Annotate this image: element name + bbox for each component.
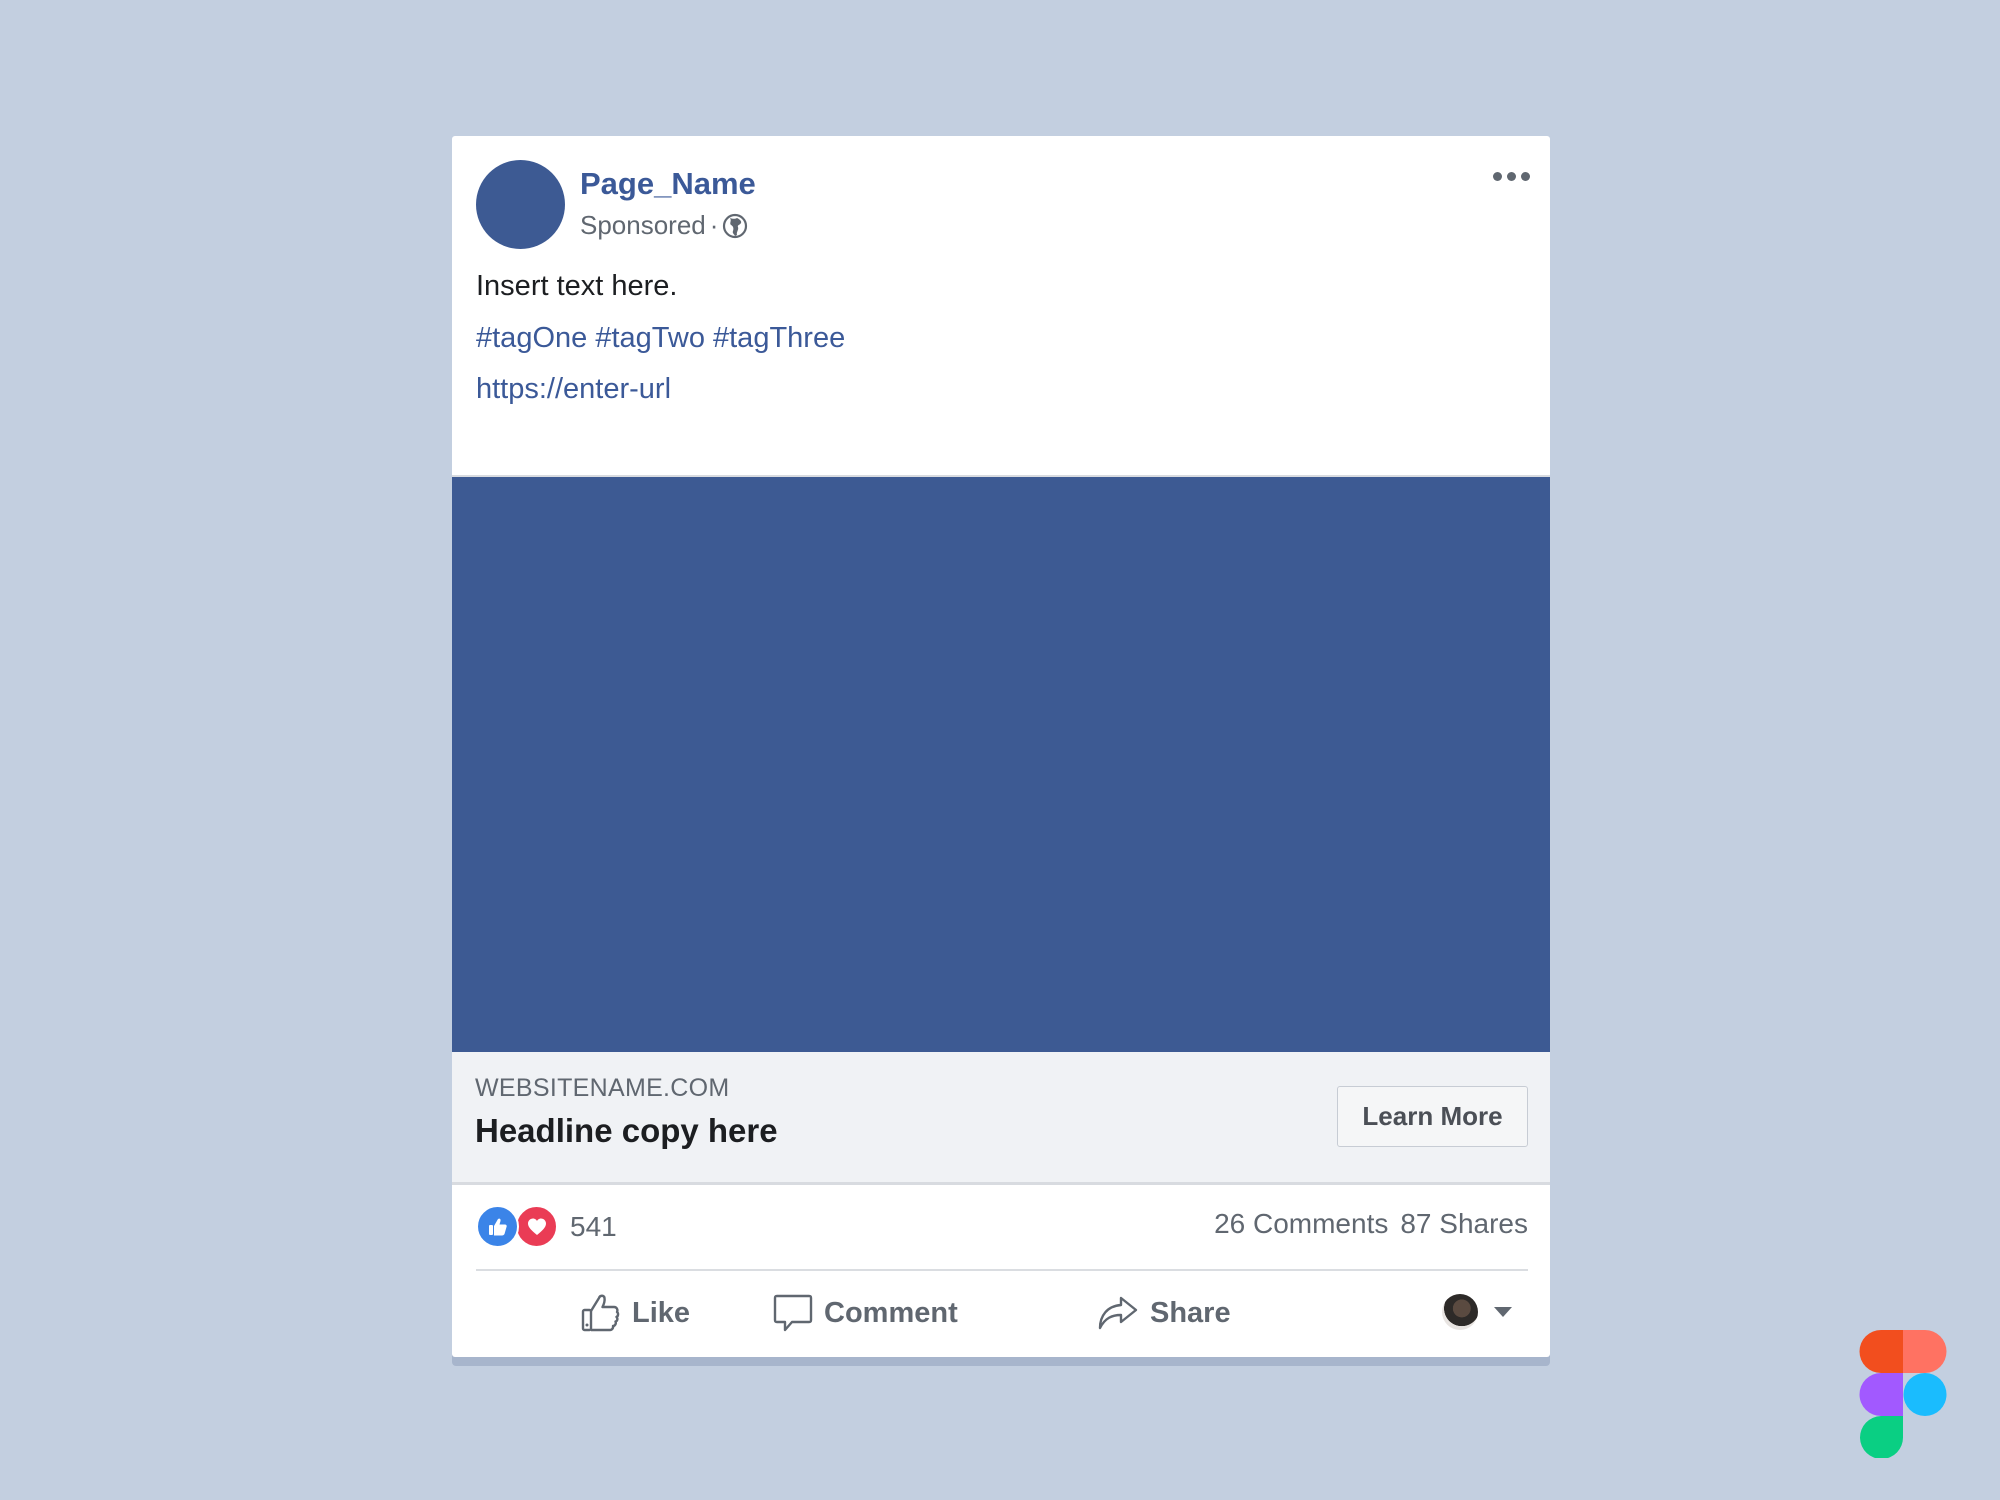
more-options-button[interactable] xyxy=(1493,172,1530,181)
comment-label: Comment xyxy=(824,1296,958,1329)
sponsored-label: Sponsored xyxy=(580,210,706,240)
post-url-link[interactable]: https://enter-url xyxy=(476,373,671,406)
ad-media-placeholder[interactable] xyxy=(452,477,1550,1052)
reaction-count: 541 xyxy=(570,1210,617,1242)
share-button[interactable]: Share xyxy=(1094,1292,1231,1334)
divider xyxy=(452,1182,1550,1185)
post-meta: Sponsored · xyxy=(580,210,748,241)
page-avatar[interactable] xyxy=(476,160,565,249)
post-hashtags[interactable]: #tagOne #tagTwo #tagThree xyxy=(476,322,845,355)
comments-count-link[interactable]: 26 Comments xyxy=(1214,1208,1388,1239)
action-bar: Like Comment Share xyxy=(452,1272,1550,1357)
link-preview[interactable]: WEBSITENAME.COM Headline copy here Learn… xyxy=(452,1052,1550,1182)
learn-more-button[interactable]: Learn More xyxy=(1337,1086,1528,1147)
share-icon xyxy=(1098,1296,1138,1330)
post-text: Insert text here. xyxy=(476,270,678,302)
website-name: WEBSITENAME.COM xyxy=(475,1074,730,1102)
caret-down-icon xyxy=(1494,1307,1512,1317)
meta-separator: · xyxy=(709,210,719,240)
user-avatar xyxy=(1442,1294,1478,1330)
like-label: Like xyxy=(632,1296,691,1329)
share-label: Share xyxy=(1150,1296,1231,1329)
divider xyxy=(476,1269,1528,1271)
reaction-identity-selector[interactable] xyxy=(1442,1294,1512,1330)
sponsored-post-card: Page_Name Sponsored · Insert text here. … xyxy=(452,136,1550,1357)
shares-count-link[interactable]: 87 Shares xyxy=(1400,1208,1528,1239)
more-options-icon xyxy=(1493,172,1502,181)
love-reaction-icon xyxy=(515,1205,558,1248)
comment-button[interactable]: Comment xyxy=(772,1292,958,1334)
figma-logo-icon xyxy=(1859,1330,1947,1458)
like-button[interactable]: Like xyxy=(580,1292,690,1334)
engagement-stats: 26 Comments 87 Shares xyxy=(1214,1208,1528,1240)
globe-icon xyxy=(722,213,748,239)
comment-icon xyxy=(773,1294,813,1332)
like-reaction-icon xyxy=(476,1205,519,1248)
headline: Headline copy here xyxy=(475,1112,778,1149)
reactions-summary[interactable]: 541 xyxy=(476,1205,617,1248)
thumbs-up-icon xyxy=(581,1294,620,1332)
page-name-link[interactable]: Page_Name xyxy=(580,166,756,202)
